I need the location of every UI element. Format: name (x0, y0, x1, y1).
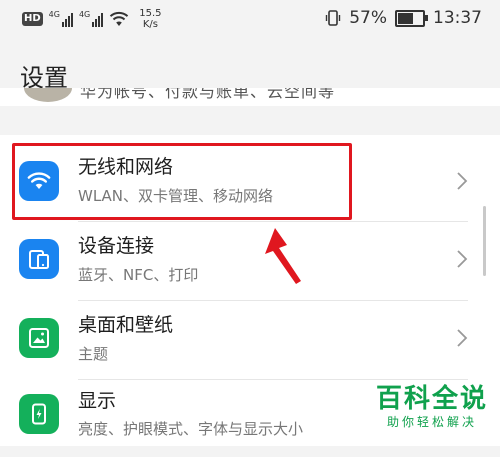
wifi-status-icon (110, 11, 129, 26)
clock: 13:37 (433, 8, 482, 28)
settings-item-subtitle: 主题 (78, 345, 109, 363)
status-bar: HD 4G 4G 15.5 K/s 57% 13:37 (0, 0, 500, 40)
chevron-right-icon (457, 329, 468, 347)
chevron-right-icon (457, 250, 468, 268)
settings-item-title: 桌面和壁纸 (78, 314, 174, 336)
device-connection-icon (19, 239, 59, 279)
hd-badge: HD (22, 12, 43, 26)
scrollbar[interactable] (483, 206, 486, 276)
settings-item-subtitle: 亮度、护眼模式、字体与显示大小 (78, 420, 304, 438)
network-speed: 15.5 K/s (139, 8, 162, 30)
signal-icon: 4G (49, 11, 73, 27)
red-arrow-icon (265, 228, 301, 284)
battery-percent: 57% (349, 8, 387, 28)
settings-item-desktop-wallpaper[interactable]: 桌面和壁纸 主题 (0, 301, 500, 378)
signal-icon: 4G (79, 11, 104, 27)
display-icon (19, 394, 59, 434)
account-row[interactable]: 华为帐号、付款与账单、云空间等 (0, 88, 500, 106)
avatar (24, 88, 72, 102)
settings-item-title: 显示 (78, 390, 117, 412)
watermark-title: 百科全说 (375, 384, 488, 414)
watermark-slogan: 助你轻松解决 (386, 415, 477, 429)
account-row-text: 华为帐号、付款与账单、云空间等 (80, 88, 336, 101)
highlight-box (12, 143, 352, 220)
chevron-right-icon (457, 172, 468, 190)
battery-icon (395, 9, 428, 27)
wallpaper-icon (19, 318, 59, 358)
vibrate-icon (326, 10, 341, 26)
settings-item-title: 设备连接 (78, 235, 155, 257)
settings-item-device-connection[interactable]: 设备连接 蓝牙、NFC、打印 (0, 222, 500, 299)
watermark-logo: 百科全说 助你轻松解决 (374, 384, 490, 430)
settings-item-subtitle: 蓝牙、NFC、打印 (78, 266, 199, 284)
